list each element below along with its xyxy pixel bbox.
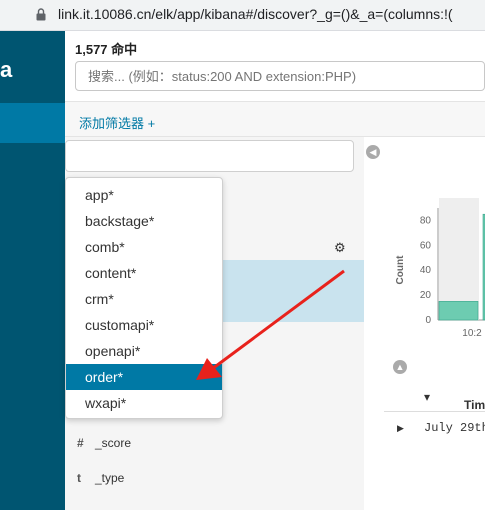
table-row-time: July 29th bbox=[424, 421, 485, 435]
add-filter-button[interactable]: 添加筛选器 + bbox=[79, 113, 155, 132]
collapse-sidebar-icon[interactable]: ◀ bbox=[366, 145, 380, 159]
dropdown-item-backstage[interactable]: backstage* bbox=[66, 208, 222, 234]
dropdown-item-comb[interactable]: comb* bbox=[66, 234, 222, 260]
chart-y-tick-label: 40 bbox=[420, 265, 432, 276]
dropdown-item-openapi[interactable]: openapi* bbox=[66, 338, 222, 364]
index-pattern-input[interactable] bbox=[65, 140, 354, 172]
brand-logo[interactable]: a bbox=[0, 57, 12, 83]
field-item[interactable]: t _type bbox=[77, 471, 124, 485]
lock-icon bbox=[36, 8, 46, 21]
dropdown-item-customapi[interactable]: customapi* bbox=[66, 312, 222, 338]
dropdown-item-content[interactable]: content* bbox=[66, 260, 222, 286]
chart-bar[interactable] bbox=[438, 301, 479, 321]
field-name: _type bbox=[95, 471, 125, 485]
chart-y-tick-label: 0 bbox=[425, 315, 431, 326]
time-header-label: Time ▾ bbox=[424, 390, 485, 412]
field-item[interactable]: # _score bbox=[77, 436, 131, 450]
time-column-header[interactable]: Time ▾ bbox=[384, 382, 485, 412]
expand-row-icon[interactable]: ▶ bbox=[397, 423, 404, 434]
dropdown-item-crm[interactable]: crm* bbox=[66, 286, 222, 312]
index-pattern-dropdown: app* backstage* comb* content* crm* cust… bbox=[65, 177, 223, 419]
hit-count: 1,577 命中 bbox=[75, 42, 138, 57]
chart-y-tick-label: 60 bbox=[420, 240, 432, 251]
histogram-chart: Count 0 20 40 60 80 10:2 bbox=[395, 198, 485, 339]
field-name: _score bbox=[95, 436, 132, 450]
chart-ylabel: Count bbox=[395, 255, 406, 285]
url-text[interactable]: link.it.10086.cn/elk/app/kibana#/discove… bbox=[58, 6, 453, 22]
chart-y-tick-label: 80 bbox=[420, 215, 432, 226]
chart-y-tick-label: 20 bbox=[420, 290, 432, 301]
number-type-icon: # bbox=[77, 436, 84, 450]
selected-field-highlight bbox=[220, 260, 364, 322]
kibana-nav: a bbox=[0, 31, 65, 510]
string-type-icon: t bbox=[77, 471, 81, 485]
chart-x-tick-label: 10:2 bbox=[462, 328, 482, 339]
search-input[interactable] bbox=[75, 61, 485, 91]
gear-icon[interactable]: ⚙ bbox=[334, 240, 346, 256]
collapse-chart-icon[interactable]: ▲ bbox=[393, 360, 407, 374]
dropdown-item-order[interactable]: order* bbox=[66, 364, 222, 390]
browser-address-bar[interactable]: link.it.10086.cn/elk/app/kibana#/discove… bbox=[0, 0, 485, 31]
dropdown-item-app[interactable]: app* bbox=[66, 182, 222, 208]
dropdown-item-wxapi[interactable]: wxapi* bbox=[66, 390, 222, 416]
nav-item-discover-active[interactable] bbox=[0, 103, 65, 143]
